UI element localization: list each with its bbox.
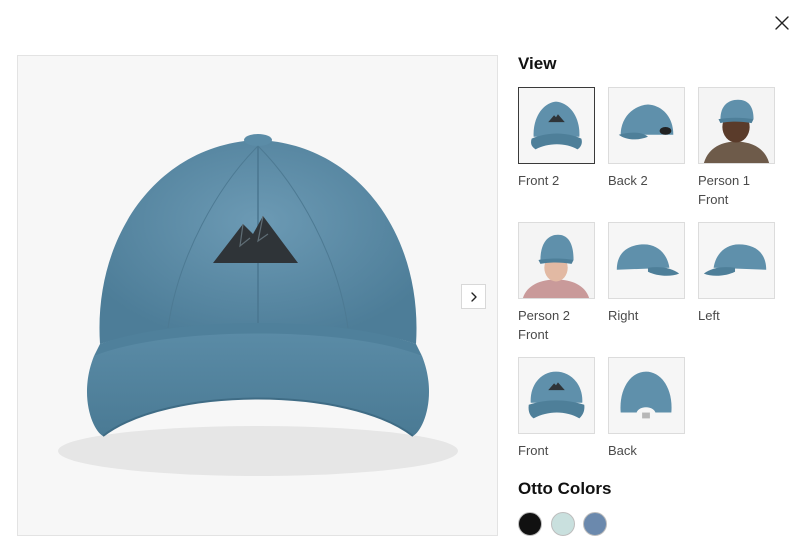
cap-left-side-thumbnail [703, 244, 767, 276]
cap-back-thumbnail [620, 371, 672, 419]
color-swatch-denim-blue[interactable] [583, 512, 607, 536]
thumbnail-front[interactable] [518, 357, 595, 434]
chevron-right-icon [470, 291, 477, 302]
close-button[interactable] [772, 13, 792, 33]
main-product-image [17, 55, 498, 536]
thumbnail-person-2-front[interactable] [518, 222, 595, 299]
color-swatch-light-blue[interactable] [551, 512, 575, 536]
colors-heading: Otto Colors [518, 479, 612, 498]
thumbnail-label: Left [698, 308, 720, 323]
close-icon [775, 16, 789, 30]
thumbnail-label: Person 2 Front [518, 308, 571, 342]
thumbnail-label: Back 2 [608, 173, 648, 188]
cap-front-thumbnail [531, 101, 582, 150]
thumbnail-label: Back [608, 443, 637, 458]
thumbnail-left[interactable] [698, 222, 775, 299]
thumbnail-right[interactable] [608, 222, 685, 299]
person-2-wearing-cap-thumbnail [519, 223, 594, 298]
thumbnail-label: Person 1 Front [698, 173, 751, 207]
person-1-wearing-cap-thumbnail [699, 88, 774, 163]
thumbnail-label: Front [518, 443, 549, 458]
thumbnail-back-2[interactable] [608, 87, 685, 164]
cap-back-angle-thumbnail [618, 104, 674, 140]
cap-front-flat-thumbnail [528, 371, 585, 419]
cap-right-side-thumbnail [616, 244, 680, 276]
thumbnail-person-1-front[interactable] [698, 87, 775, 164]
thumbnail-label: Front 2 [518, 173, 560, 188]
thumbnail-label: Right [608, 308, 639, 323]
next-image-button[interactable] [461, 284, 486, 309]
color-swatch-black[interactable] [518, 512, 542, 536]
thumbnail-front-2[interactable] [518, 87, 595, 164]
view-heading: View [518, 54, 557, 73]
thumbnail-back[interactable] [608, 357, 685, 434]
cap-front-image [58, 134, 458, 476]
